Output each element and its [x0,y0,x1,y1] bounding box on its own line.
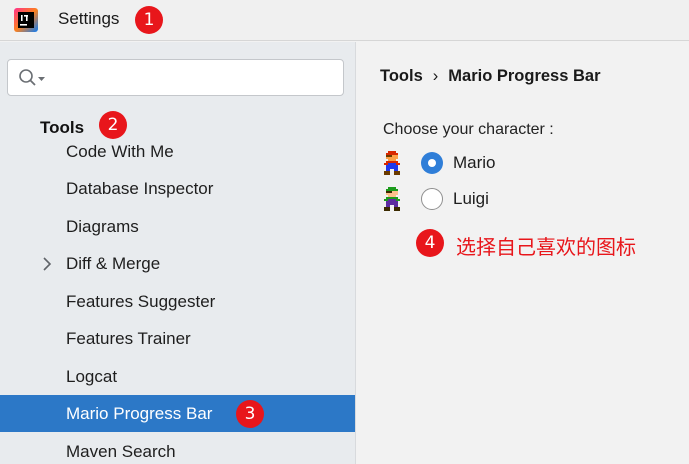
mario-radio-button[interactable] [421,152,443,174]
sidebar-item-label: Code With Me [66,142,174,161]
sidebar-item-diagrams[interactable]: Diagrams [0,208,355,245]
annotation-badge-2: 2 [99,111,127,139]
luigi-option-label[interactable]: Luigi [453,189,489,209]
settings-content-panel: Tools › Mario Progress Bar Choose your cha… [357,42,689,464]
sidebar-item-label: Maven Search [66,442,176,461]
breadcrumb: Tools › Mario Progress Bar [380,67,601,86]
annotation-badge-4: 4 [416,229,444,257]
sidebar-item-database-inspector[interactable]: Database Inspector [0,170,355,207]
sidebar-item-label: Diff & Merge [66,254,161,273]
sidebar-item-mario-progress-bar[interactable]: Mario Progress Bar [0,395,355,432]
sidebar-item-label: Features Trainer [66,329,191,348]
breadcrumb-separator: › [432,67,439,85]
annotation-badge-3: 3 [236,400,264,428]
mario-sprite-icon [384,151,400,175]
luigi-sprite-icon [384,187,400,211]
search-icon [19,69,45,86]
breadcrumb-parent[interactable]: Tools [380,67,423,85]
window-title: Settings [58,9,120,28]
settings-sidebar: Tools Code With Me Database Inspector Di… [0,42,356,464]
sidebar-item-maven-search[interactable]: Maven Search [0,433,355,464]
mario-option-label[interactable]: Mario [453,153,496,173]
choose-character-label: Choose your character : [383,121,554,138]
sidebar-item-label: Logcat [66,367,118,386]
sidebar-item-diff-merge[interactable]: Diff & Merge [0,245,355,282]
sidebar-item-label: Mario Progress Bar [66,404,213,423]
sidebar-item-label: Database Inspector [66,179,214,198]
sidebar-item-label: Diagrams [66,217,139,236]
annotation-hint-text: 选择自己喜欢的图标 [456,235,636,259]
sidebar-item-code-with-me[interactable]: Code With Me [0,133,355,170]
intellij-app-icon [14,8,38,32]
sidebar-item-logcat[interactable]: Logcat [0,358,355,395]
title-bar: Settings [0,0,689,41]
sidebar-item-label: Features Suggester [66,292,216,311]
search-input[interactable] [7,59,344,96]
chevron-right-icon[interactable] [42,257,52,271]
sidebar-item-features-suggester[interactable]: Features Suggester [0,283,355,320]
sidebar-item-features-trainer[interactable]: Features Trainer [0,320,355,357]
annotation-badge-1: 1 [135,6,163,34]
luigi-radio-button[interactable] [421,188,443,210]
breadcrumb-current: Mario Progress Bar [448,67,601,85]
